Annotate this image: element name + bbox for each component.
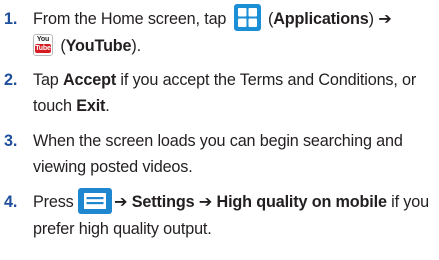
youtube-icon-tube: Tube bbox=[35, 43, 51, 53]
step-number: 4. bbox=[4, 193, 18, 212]
step-text: . bbox=[105, 97, 110, 116]
step-text: Press bbox=[33, 193, 74, 212]
youtube-icon-you: You bbox=[36, 35, 50, 43]
applications-label: Applications bbox=[273, 10, 369, 28]
step-number: 2. bbox=[4, 71, 18, 90]
step-text: Tap bbox=[33, 71, 63, 90]
exit-label: Exit bbox=[76, 97, 106, 116]
step-text: When the screen loads you can begin sear… bbox=[33, 132, 403, 177]
step-2: 2. Tap Accept if you accept the Terms and… bbox=[0, 67, 439, 119]
youtube-icon: You Tube bbox=[33, 33, 53, 56]
step-number: 3. bbox=[4, 132, 18, 151]
step-number: 1. bbox=[4, 10, 18, 28]
step-1: 1. From the Home screen, tap (Application… bbox=[0, 4, 439, 59]
paren-close: ) bbox=[368, 10, 374, 28]
arrow-icon: ➔ bbox=[378, 10, 392, 28]
youtube-label: YouTube bbox=[65, 37, 132, 56]
menu-key-icon bbox=[78, 187, 112, 214]
step-3: 3. When the screen loads you can begin se… bbox=[0, 128, 439, 180]
step-4: 4. Press ➔ Settings ➔ High quality on mob… bbox=[0, 187, 439, 242]
step-text-end: ). bbox=[131, 37, 141, 56]
applications-icon bbox=[233, 4, 261, 32]
step-text: From the Home screen, tap bbox=[33, 10, 227, 28]
accept-label: Accept bbox=[63, 71, 117, 90]
settings-path: ➔ Settings ➔ High quality on mobile bbox=[114, 193, 387, 212]
instruction-list: 1. From the Home screen, tap (Application… bbox=[0, 0, 439, 242]
